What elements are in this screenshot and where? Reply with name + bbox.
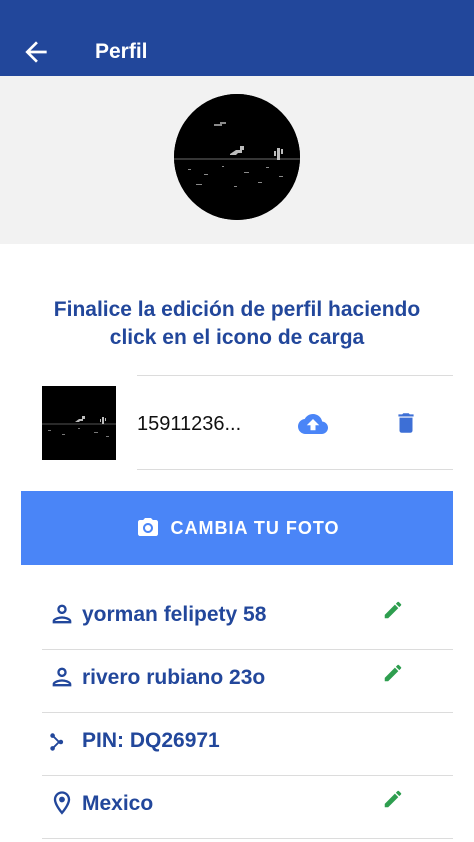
pencil-icon[interactable] — [382, 662, 404, 684]
field-first-name: yorman felipety 58 — [42, 587, 453, 650]
cloud-upload-icon[interactable] — [297, 409, 329, 439]
pencil-icon[interactable] — [382, 788, 404, 810]
location-icon — [53, 791, 71, 815]
instruction-text: Finalice la edición de perfil haciendo c… — [53, 298, 421, 349]
pin-value: PIN: DQ26971 — [82, 729, 220, 752]
divider — [137, 469, 453, 470]
change-photo-button[interactable]: CAMBIA TU FOTO — [21, 491, 453, 565]
trash-icon[interactable] — [393, 408, 419, 438]
person-icon — [52, 604, 72, 624]
last-name-value: rivero rubiano 23o — [82, 666, 266, 689]
field-pin: PIN: DQ26971 — [42, 713, 453, 776]
app-bar: Perfil — [0, 0, 474, 76]
first-name-value: yorman felipety 58 — [82, 603, 267, 626]
divider — [137, 375, 453, 376]
country-value: Mexico — [82, 792, 154, 815]
pencil-icon[interactable] — [382, 599, 404, 621]
profile-header — [0, 76, 474, 244]
file-name: 15911236... — [137, 413, 242, 435]
camera-icon — [137, 518, 158, 536]
profile-avatar — [174, 94, 300, 220]
page-title: Perfil — [95, 40, 148, 63]
dino-game-image — [174, 94, 300, 220]
person-icon — [52, 667, 72, 687]
back-arrow-icon[interactable] — [20, 36, 52, 68]
divider — [42, 838, 453, 839]
file-thumbnail — [42, 386, 116, 460]
field-last-name: rivero rubiano 23o — [42, 650, 453, 713]
pin-share-icon — [50, 733, 64, 751]
field-country: Mexico — [42, 776, 453, 839]
change-photo-label: CAMBIA TU FOTO — [170, 517, 340, 538]
dino-game-image — [42, 386, 116, 460]
